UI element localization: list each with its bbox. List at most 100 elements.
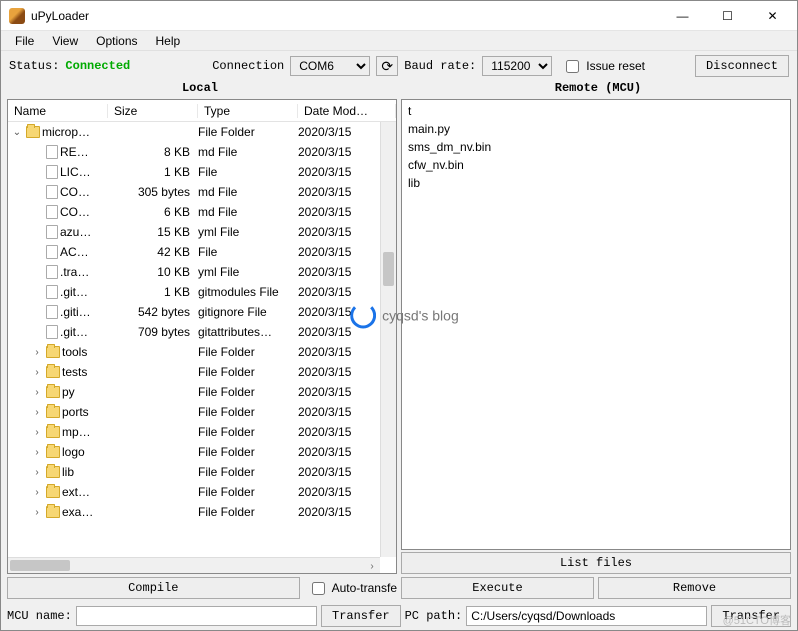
file-icon [46,225,58,239]
table-row[interactable]: .git…709 bytesgitattributes…2020/3/15 [8,322,396,342]
list-item[interactable]: main.py [408,120,784,138]
table-row[interactable]: AC…42 KBFile2020/3/15 [8,242,396,262]
table-row[interactable]: ›libFile Folder2020/3/15 [8,462,396,482]
port-select[interactable]: COM6 [290,56,370,76]
expand-icon[interactable]: › [30,387,44,398]
local-vscrollbar[interactable] [380,122,396,557]
transfer-left-button[interactable]: Transfer [321,605,401,627]
file-size: 42 KB [108,245,198,259]
watermark: @51CTO博客 [723,612,791,628]
execute-button[interactable]: Execute [401,577,594,599]
table-row[interactable]: .giti…542 bytesgitignore File2020/3/15 [8,302,396,322]
auto-transfer-input[interactable] [312,582,325,595]
table-row[interactable]: ›testsFile Folder2020/3/15 [8,362,396,382]
col-name[interactable]: Name [8,104,108,118]
col-size[interactable]: Size [108,104,198,118]
col-type[interactable]: Type [198,104,298,118]
folder-icon [46,446,60,458]
remove-button[interactable]: Remove [598,577,791,599]
issue-reset-checkbox[interactable]: Issue reset [562,57,645,76]
menu-view[interactable]: View [44,32,86,50]
menu-options[interactable]: Options [88,32,145,50]
file-name: .git… [60,325,88,339]
file-name: LIC… [60,165,91,179]
pc-path-input[interactable] [466,606,707,626]
auto-transfer-checkbox[interactable]: Auto-transfe [308,579,397,598]
bottom-path-row: MCU name: Transfer PC path: Transfer [1,602,797,630]
expand-icon[interactable]: › [30,507,44,518]
table-row[interactable]: ›logoFile Folder2020/3/15 [8,442,396,462]
expand-icon[interactable]: › [30,367,44,378]
table-row[interactable]: LIC…1 KBFile2020/3/15 [8,162,396,182]
file-size: 542 bytes [108,305,198,319]
expand-icon[interactable]: › [30,427,44,438]
file-type: File [198,165,298,179]
folder-icon [46,386,60,398]
file-type: md File [198,145,298,159]
compile-button[interactable]: Compile [7,577,300,599]
file-size: 6 KB [108,205,198,219]
table-row[interactable]: ⌄microp…File Folder2020/3/15 [8,122,396,142]
table-row[interactable]: RE…8 KBmd File2020/3/15 [8,142,396,162]
list-item[interactable]: cfw_nv.bin [408,156,784,174]
file-icon [46,265,58,279]
local-tree[interactable]: Name Size Type Date Mod… ⌄microp…File Fo… [7,99,397,574]
expand-icon[interactable]: › [30,447,44,458]
menu-file[interactable]: File [7,32,42,50]
table-row[interactable]: ›portsFile Folder2020/3/15 [8,402,396,422]
col-date[interactable]: Date Mod… [298,104,396,118]
file-name: logo [62,445,85,459]
table-row[interactable]: .tra…10 KByml File2020/3/15 [8,262,396,282]
table-row[interactable]: CO…305 bytesmd File2020/3/15 [8,182,396,202]
local-tree-body[interactable]: ⌄microp…File Folder2020/3/15RE…8 KBmd Fi… [8,122,396,573]
file-name: py [62,385,75,399]
local-vscroll-thumb[interactable] [383,252,394,286]
list-item[interactable]: t [408,102,784,120]
table-row[interactable]: ›exa…File Folder2020/3/15 [8,502,396,522]
file-icon [46,305,58,319]
table-row[interactable]: CO…6 KBmd File2020/3/15 [8,202,396,222]
file-type: File Folder [198,485,298,499]
status-label: Status: [9,59,59,73]
table-row[interactable]: ›ext…File Folder2020/3/15 [8,482,396,502]
file-type: yml File [198,225,298,239]
list-item[interactable]: lib [408,174,784,192]
disconnect-button[interactable]: Disconnect [695,55,789,77]
connection-label: Connection [212,59,284,73]
menu-help[interactable]: Help [148,32,189,50]
table-row[interactable]: azu…15 KByml File2020/3/15 [8,222,396,242]
folder-icon [46,426,60,438]
expand-icon[interactable]: › [30,467,44,478]
maximize-button[interactable]: ☐ [705,1,750,31]
scroll-right-arrow-icon[interactable]: › [364,558,380,573]
close-button[interactable]: ✕ [750,1,795,31]
refresh-icon[interactable]: ⟳ [376,56,398,76]
table-row[interactable]: ›mp…File Folder2020/3/15 [8,422,396,442]
expand-icon[interactable]: › [30,347,44,358]
table-row[interactable]: .git…1 KBgitmodules File2020/3/15 [8,282,396,302]
file-name: .tra… [60,265,89,279]
folder-icon [46,506,60,518]
list-item[interactable]: sms_dm_nv.bin [408,138,784,156]
issue-reset-input[interactable] [566,60,579,73]
remote-file-list[interactable]: tmain.pysms_dm_nv.bincfw_nv.binlib [401,99,791,550]
table-row[interactable]: ›pyFile Folder2020/3/15 [8,382,396,402]
file-name: exa… [62,505,93,519]
file-icon [46,145,58,159]
table-row[interactable]: ›toolsFile Folder2020/3/15 [8,342,396,362]
list-files-button[interactable]: List files [401,552,791,574]
expand-icon[interactable]: › [30,407,44,418]
baud-select[interactable]: 115200 [482,56,552,76]
file-size: 1 KB [108,165,198,179]
folder-icon [46,406,60,418]
local-hscrollbar[interactable]: ‹ › [8,557,380,573]
file-name: tools [62,345,87,359]
file-size: 1 KB [108,285,198,299]
minimize-button[interactable]: — [660,1,705,31]
local-hscroll-thumb[interactable] [10,560,70,571]
expand-icon[interactable]: › [30,487,44,498]
expand-icon[interactable]: ⌄ [10,127,24,138]
file-name: mp… [62,425,91,439]
mcu-name-input[interactable] [76,606,317,626]
file-type: File [198,245,298,259]
